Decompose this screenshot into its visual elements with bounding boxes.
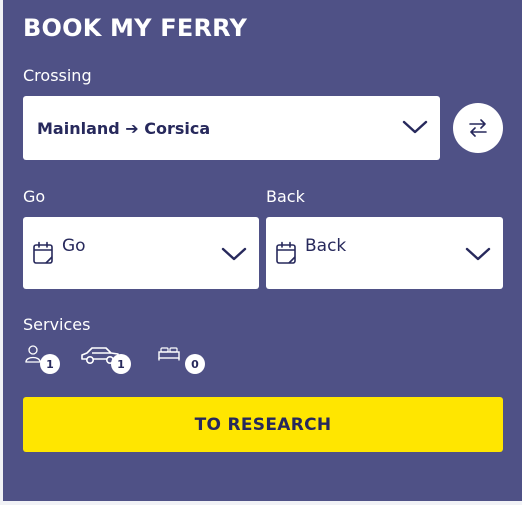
services-label: Services [23,315,91,334]
panel-title: BOOK MY FERRY [23,14,248,42]
person-icon [25,345,41,363]
passengers-count-badge: 1 [40,354,60,374]
calendar-icon [276,241,296,264]
crossing-value: Mainland ➔ Corsica [37,119,211,138]
calendar-icon [33,241,53,264]
research-button[interactable]: TO RESEARCH [23,397,503,452]
chevron-down-icon [221,247,247,261]
bed-icon [158,347,180,361]
back-label: Back [266,187,305,206]
passengers-service[interactable]: 1 [23,343,63,375]
chevron-down-icon [465,247,491,261]
back-date-field[interactable]: Back [266,217,503,289]
go-date-placeholder: Go [62,236,86,256]
back-date-placeholder: Back [305,236,347,256]
cabins-service[interactable]: 0 [158,343,210,375]
chevron-down-icon [402,120,428,134]
cabins-count-badge: 0 [185,354,205,374]
vehicles-count-badge: 1 [111,354,131,374]
vehicles-service[interactable]: 1 [80,343,136,375]
swap-crossing-button[interactable] [453,103,503,153]
swap-icon [469,119,487,137]
crossing-label: Crossing [23,66,92,85]
booking-panel: BOOK MY FERRY Crossing Mainland ➔ Corsic… [3,0,522,501]
go-date-field[interactable]: Go [23,217,259,289]
go-label: Go [23,187,46,206]
crossing-select[interactable]: Mainland ➔ Corsica [23,96,440,160]
